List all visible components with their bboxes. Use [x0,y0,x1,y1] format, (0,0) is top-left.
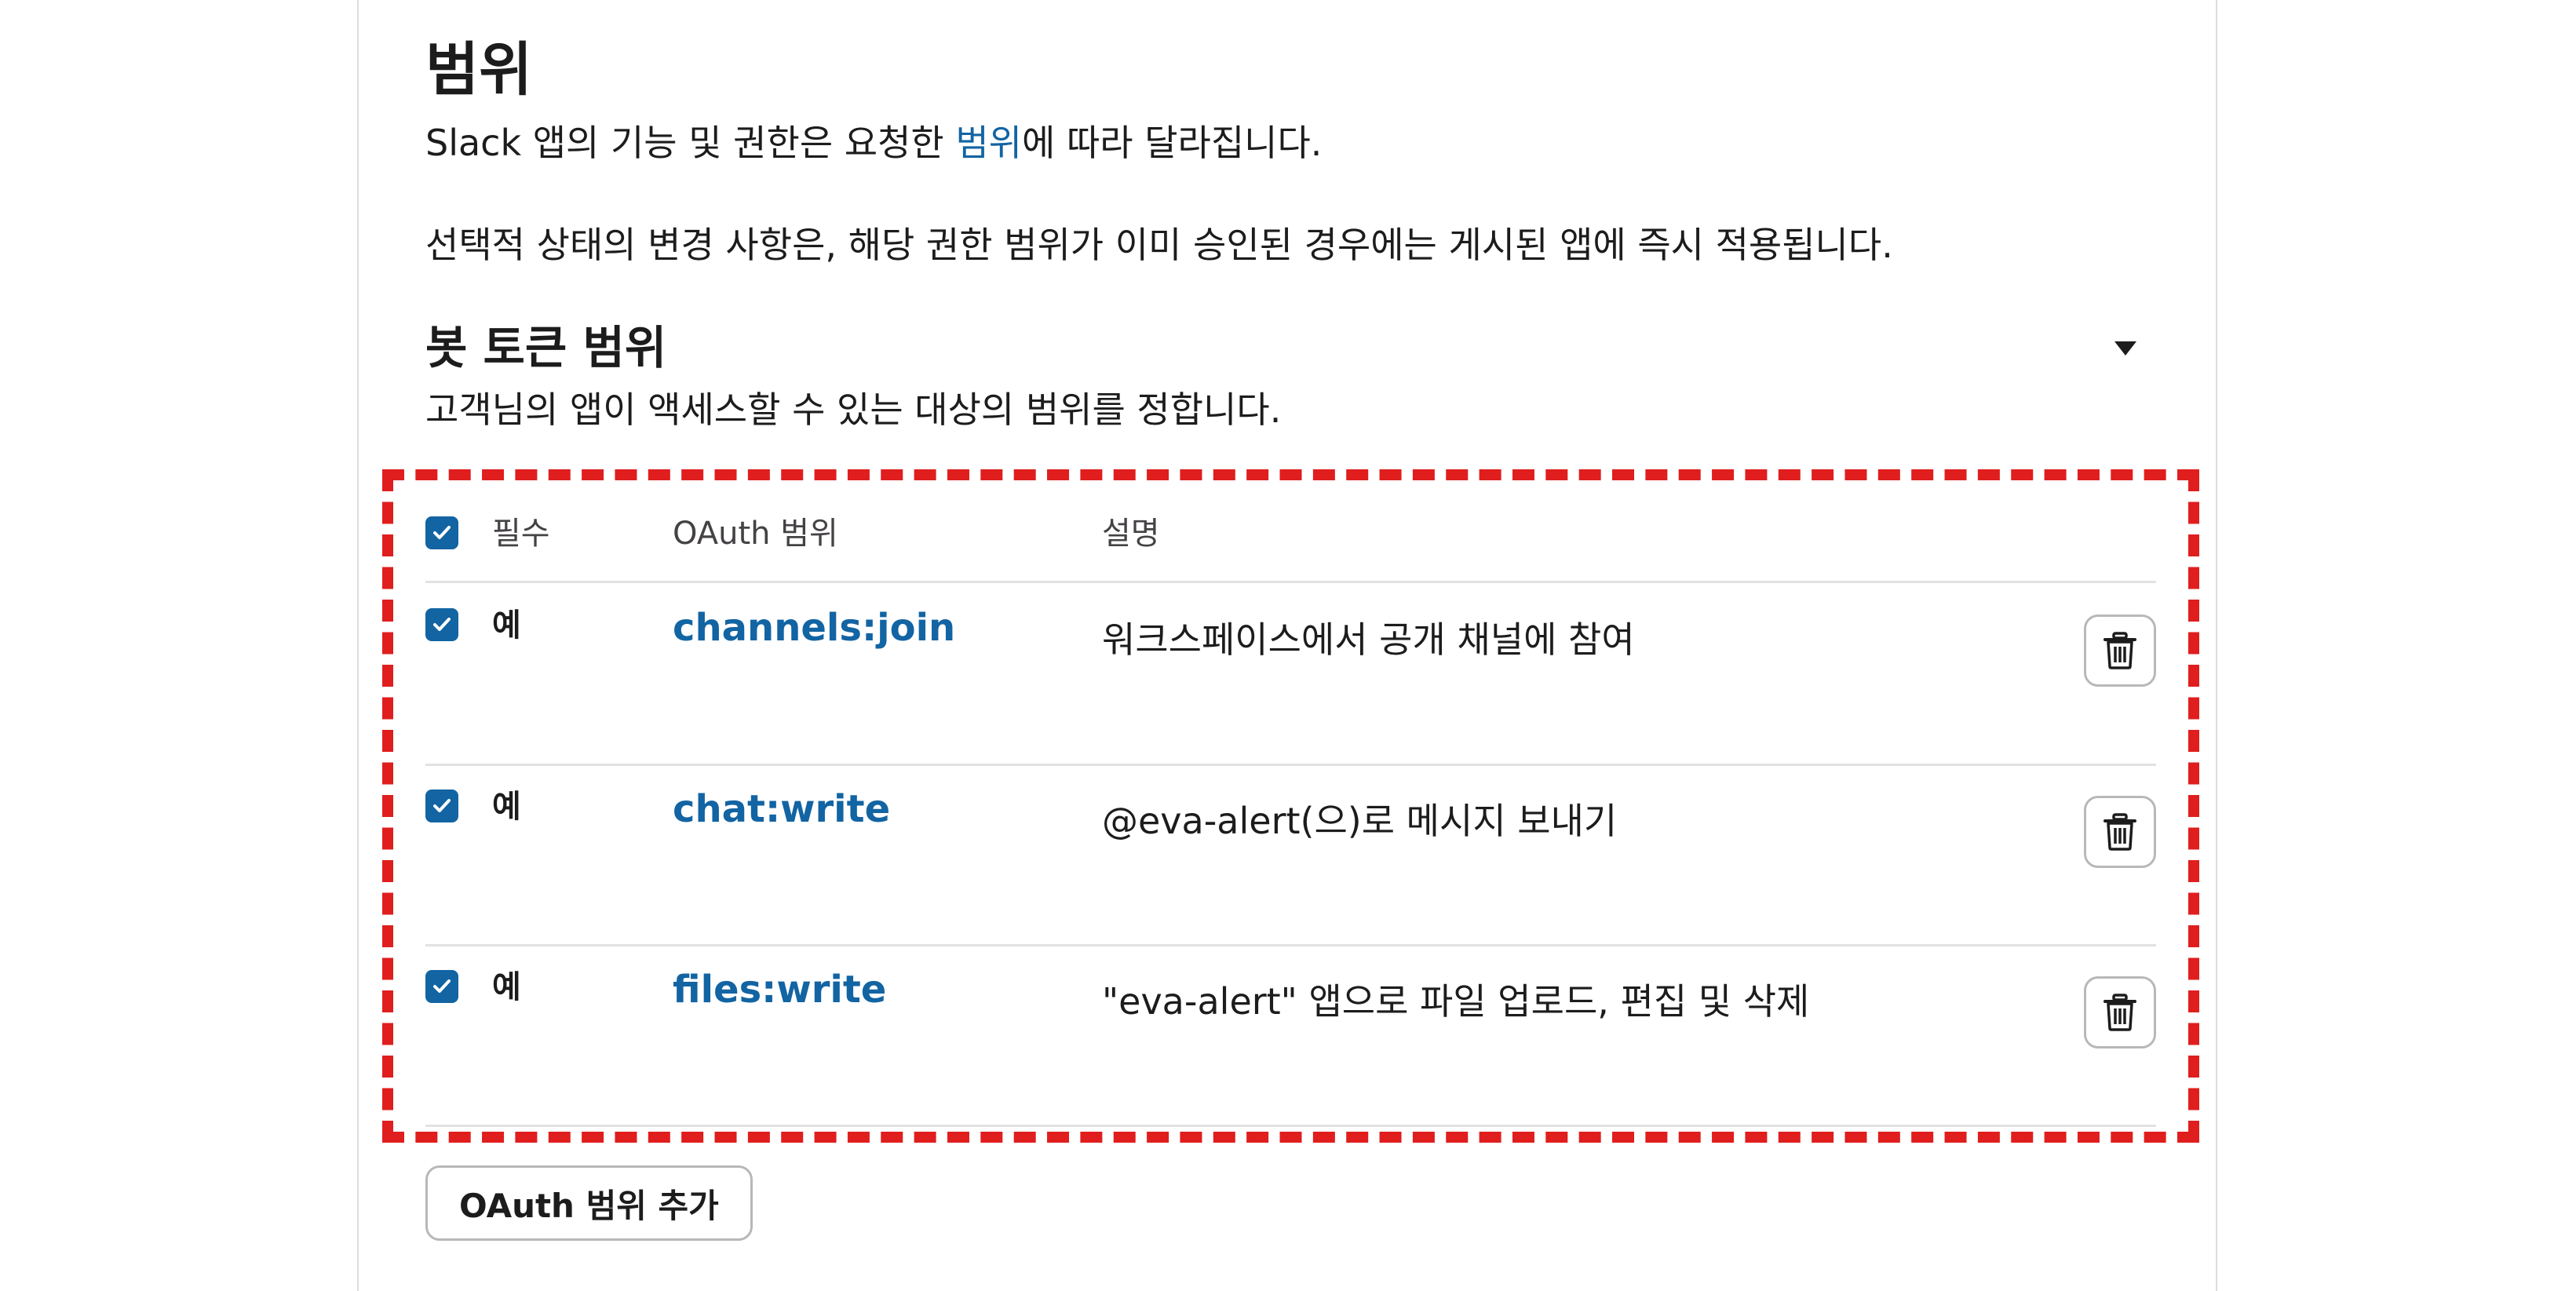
table-row: 예 channels:join 워크스페이스에서 공개 채널에 참여 [425,583,2156,764]
scope-name: files:write [673,968,887,1012]
required-value: 예 [492,789,521,825]
trash-icon [2103,813,2136,851]
required-value: 예 [492,969,521,1005]
row-checkbox[interactable] [425,790,458,822]
bot-token-scopes-description: 고객님의 앱이 액세스할 수 있는 대상의 범위를 정합니다. [425,388,1282,431]
delete-scope-button[interactable] [2084,976,2156,1048]
scope-description: @eva-alert(으)로 메시지 보내기 [1102,800,1618,842]
scope-name: chat:write [673,787,891,831]
delete-scope-button[interactable] [2084,796,2156,868]
bot-token-scopes-title: 봇 토큰 범위 [425,321,667,374]
scopes-panel: 범위 Slack 앱의 기능 및 권한은 요청한 범위에 따라 달라집니다. 선… [357,0,2217,1291]
section-title: 범위 [425,36,533,104]
add-oauth-scope-button[interactable]: OAuth 범위 추가 [425,1165,753,1241]
scope-description: 워크스페이스에서 공개 채널에 참여 [1102,618,1635,661]
scope-name: channels:join [673,606,956,650]
trash-icon [2103,632,2136,669]
row-checkbox[interactable] [425,608,458,641]
divider [425,1125,2156,1127]
scopes-table: 필수 OAuth 범위 설명 예 channels:join 워크스페이스에서 … [425,494,2156,1127]
section-description: Slack 앱의 기능 및 권한은 요청한 범위에 따라 달라집니다. [425,118,1322,168]
scopes-docs-link[interactable]: 범위 [955,122,1022,164]
required-value: 예 [492,607,521,644]
table-row: 예 chat:write @eva-alert(으)로 메시지 보내기 [425,766,2156,946]
delete-scope-button[interactable] [2084,615,2156,687]
table-row: 예 files:write "eva-alert" 앱으로 파일 업로드, 편집… [425,946,2156,1127]
select-all-checkbox[interactable] [425,516,458,549]
trash-icon [2103,994,2136,1031]
scope-description: "eva-alert" 앱으로 파일 업로드, 편집 및 삭제 [1102,980,1810,1023]
header-description: 설명 [1102,516,1160,552]
row-checkbox[interactable] [425,970,458,1003]
header-required: 필수 [492,516,550,552]
caret-down-icon[interactable] [2111,334,2140,362]
section-description-text: Slack 앱의 기능 및 권한은 요청한 [425,122,956,164]
header-oauth-scope: OAuth 범위 [673,516,838,552]
section-description-text-end: 에 따라 달라집니다. [1022,122,1323,164]
table-header: 필수 OAuth 범위 설명 [425,494,2156,582]
section-note: 선택적 상태의 변경 사항은, 해당 권한 범위가 이미 승인된 경우에는 게시… [425,224,1893,266]
